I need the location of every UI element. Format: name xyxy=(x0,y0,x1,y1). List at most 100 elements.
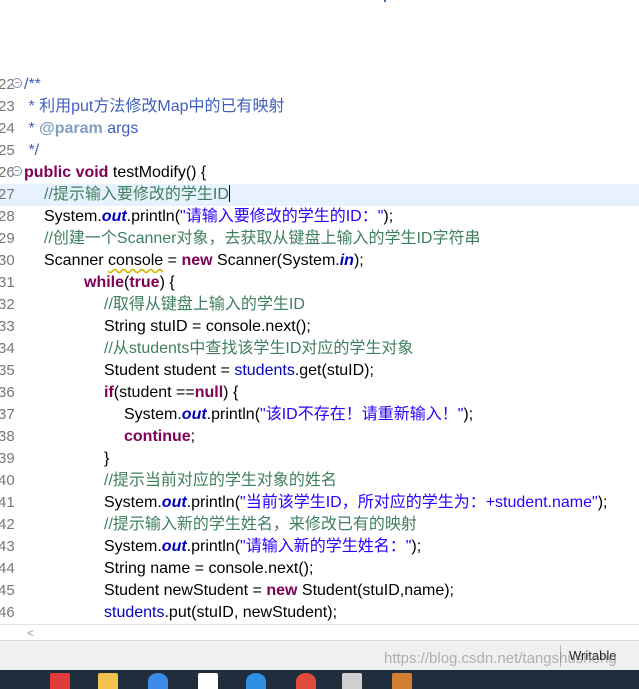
code-token: /** xyxy=(24,76,41,93)
line-number: 24 xyxy=(0,120,15,137)
terminal-icon[interactable] xyxy=(342,673,362,689)
code-token: Scanner xyxy=(44,252,109,269)
code-text: */ xyxy=(24,140,39,162)
code-token: //提示输入新的学生姓名，来修改已有的映射 xyxy=(104,516,417,533)
code-text: * @param args xyxy=(24,118,138,140)
chrome-icon[interactable] xyxy=(296,673,316,689)
code-line[interactable]: 30 Scanner console = new Scanner(System.i… xyxy=(0,250,639,272)
code-token: ); xyxy=(463,406,474,423)
watermark: https://blog.csdn.net/tangshusheng xyxy=(384,650,617,667)
code-line[interactable]: 31 while(true) { xyxy=(0,272,639,294)
code-line[interactable]: 29 //创建一个Scanner对象，去获取从键盘上输入的学生ID字符串 xyxy=(0,228,639,250)
code-token: //创建一个Scanner对象，去获取从键盘上输入的学生ID字符串 xyxy=(44,230,481,247)
code-text: /** xyxy=(24,74,41,96)
code-token: @param xyxy=(39,120,103,137)
code-token: */ xyxy=(24,142,40,159)
code-line[interactable]: 45 Student newStudent = new Student(stuID… xyxy=(0,580,639,602)
code-token: String name = console.next(); xyxy=(104,560,314,577)
eclipse-icon[interactable] xyxy=(392,673,412,689)
code-token: out xyxy=(181,406,207,423)
line-number: 42 xyxy=(0,516,15,533)
line-number: 30 xyxy=(0,252,15,269)
code-line[interactable]: 32 //取得从键盘上输入的学生ID xyxy=(0,294,639,316)
line-number: 45 xyxy=(0,582,15,599)
code-text: Scanner console = new Scanner(System.in)… xyxy=(44,250,364,272)
code-line[interactable]: 38 continue; xyxy=(0,426,639,448)
code-text: System.out.println("该ID不存在！请重新输入！"); xyxy=(124,404,473,426)
code-line[interactable]: 28 System.out.println("请输入要修改的学生的ID："); xyxy=(0,206,639,228)
fold-toggle-icon[interactable]: − xyxy=(12,166,22,176)
code-token: ); xyxy=(383,208,394,225)
code-token: while xyxy=(84,274,125,291)
code-token: * 利用put方法修改Map中的已有映射 xyxy=(24,98,285,115)
line-number: 28 xyxy=(0,208,15,225)
code-line[interactable]: 24 * @param args xyxy=(0,118,639,140)
line-number: 39 xyxy=(0,450,15,467)
code-token: .get(stuID); xyxy=(294,362,374,379)
code-line[interactable]: 46 students.put(stuID, newStudent); xyxy=(0,602,639,624)
code-token: System. xyxy=(44,208,102,225)
code-token: continue xyxy=(124,428,191,445)
code-token: * xyxy=(24,120,40,137)
code-line[interactable]: 22−/** xyxy=(0,74,639,96)
store-icon[interactable] xyxy=(50,673,70,689)
code-text: //提示输入要修改的学生ID xyxy=(44,184,230,206)
code-line[interactable]: 35 Student student = students.get(stuID); xyxy=(0,360,639,382)
code-text: * 利用put方法修改Map中的已有映射 xyxy=(24,96,285,118)
code-line[interactable]: 40 //提示当前对应的学生对象的姓名 xyxy=(0,470,639,492)
code-token: new xyxy=(181,252,213,269)
code-token: ); xyxy=(597,494,608,511)
code-token: "请输入要修改的学生的ID：" xyxy=(180,208,384,225)
file-explorer-icon[interactable] xyxy=(98,673,118,689)
code-token: } xyxy=(104,450,110,467)
scroll-left-icon[interactable]: < xyxy=(27,625,34,641)
code-line[interactable]: 42 //提示输入新的学生姓名，来修改已有的映射 xyxy=(0,514,639,536)
code-line[interactable]: 33 String stuID = console.next(); xyxy=(0,316,639,338)
line-number: 41 xyxy=(0,494,15,511)
code-text: //从students中查找该学生ID对应的学生对象 xyxy=(104,338,413,360)
code-token: //取得从键盘上输入的学生ID xyxy=(104,296,305,313)
line-number: 37 xyxy=(0,406,15,423)
code-token: out xyxy=(161,538,187,555)
app-icon[interactable] xyxy=(198,673,218,689)
code-editor[interactable]: 22−/** 23 * 利用put方法修改Map中的已有映射 24 * @param… xyxy=(0,74,639,624)
code-line[interactable]: 25 */ xyxy=(0,140,639,162)
code-text: String stuID = console.next(); xyxy=(104,316,311,338)
code-line[interactable]: 43 System.out.println("请输入新的学生姓名："); xyxy=(0,536,639,558)
code-token: .println( xyxy=(206,406,261,423)
code-token: students xyxy=(104,604,165,621)
fold-toggle-icon[interactable]: − xyxy=(12,78,22,88)
code-token: ) { xyxy=(223,384,239,401)
code-token: Student student = xyxy=(104,362,235,379)
text-caret xyxy=(228,185,230,202)
code-line[interactable]: 23 * 利用put方法修改Map中的已有映射 xyxy=(0,96,639,118)
code-line[interactable]: 44 String name = console.next(); xyxy=(0,558,639,580)
code-token: = xyxy=(163,252,182,269)
line-number: 32 xyxy=(0,296,15,313)
code-token: ) { xyxy=(159,274,175,291)
code-line[interactable]: 26− public void testModify() { xyxy=(0,162,639,184)
code-token: null xyxy=(194,384,224,401)
code-text: //创建一个Scanner对象，去获取从键盘上输入的学生ID字符串 xyxy=(44,228,481,250)
code-text: //提示输入新的学生姓名，来修改已有的映射 xyxy=(104,514,417,536)
code-token: public xyxy=(24,164,72,181)
code-text: Student student = students.get(stuID); xyxy=(104,360,374,382)
code-token: if xyxy=(104,384,114,401)
code-line[interactable]: 37 System.out.println("该ID不存在！请重新输入！"); xyxy=(0,404,639,426)
browser-icon[interactable] xyxy=(148,673,168,689)
code-token: console xyxy=(108,252,164,269)
code-token: Scanner(System. xyxy=(212,252,340,269)
code-text: public void testModify() { xyxy=(24,162,206,184)
code-line[interactable]: 36 if(student ==null) { xyxy=(0,382,639,404)
edge-icon[interactable] xyxy=(246,673,266,689)
line-number: 40 xyxy=(0,472,15,489)
code-line[interactable]: 34 //从students中查找该学生ID对应的学生对象 xyxy=(0,338,639,360)
code-token: out xyxy=(161,494,187,511)
code-line[interactable]: 39} xyxy=(0,448,639,470)
code-line[interactable]: 27 //提示输入要修改的学生ID xyxy=(0,184,639,206)
code-line[interactable]: 41 System.out.println("当前该学生ID，所对应的学生为：+s… xyxy=(0,492,639,514)
horizontal-scrollbar[interactable]: < xyxy=(0,624,639,641)
line-number: 44 xyxy=(0,560,15,577)
code-token: "该ID不存在！请重新输入！" xyxy=(260,406,464,423)
code-token: String stuID = console.next(); xyxy=(104,318,311,335)
